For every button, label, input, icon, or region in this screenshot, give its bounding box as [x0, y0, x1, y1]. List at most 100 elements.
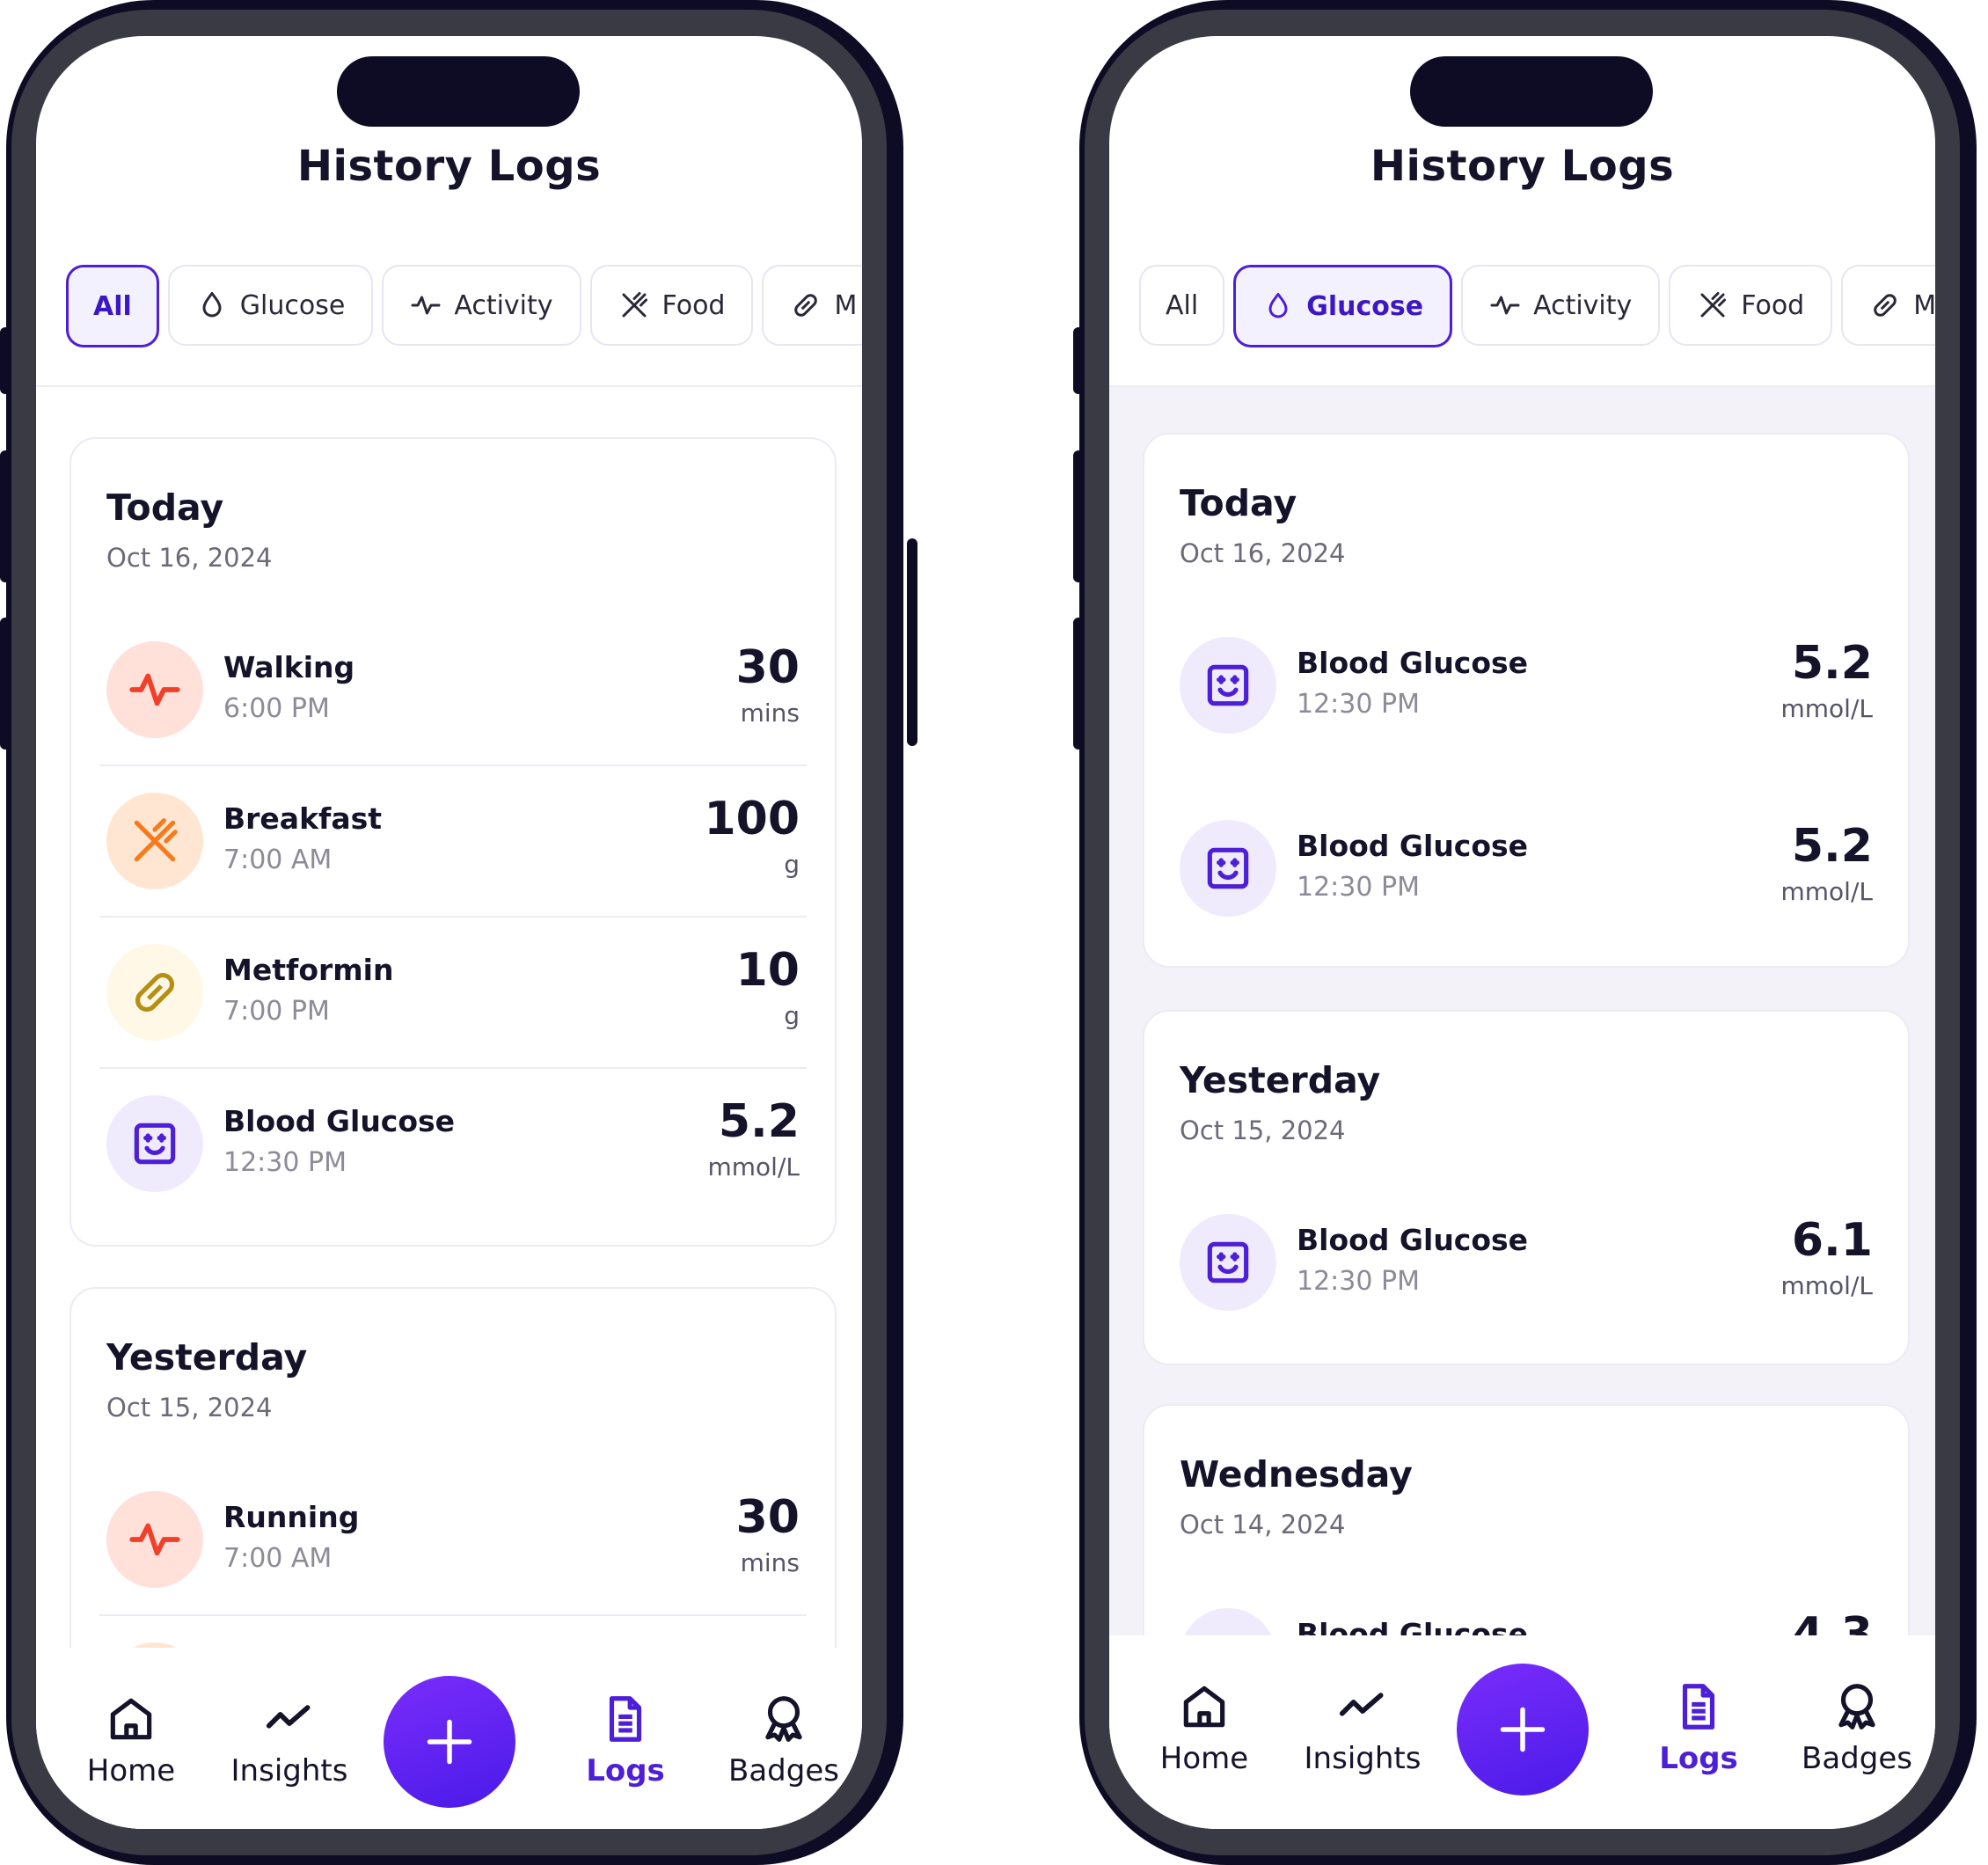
log-time: 12:30 PM: [223, 1147, 347, 1178]
smiley-meter-icon: [1207, 664, 1249, 706]
log-row-running[interactable]: Running 7:00 AM 30 mins: [71, 1465, 835, 1616]
divider: [1109, 385, 1935, 387]
log-row-blood-glucose[interactable]: Blood Glucose 12:30 PM 6.1 mmol/L: [1144, 1188, 1908, 1339]
log-value: 5.2: [1791, 637, 1873, 690]
log-unit: mmol/L: [707, 1152, 800, 1181]
log-value: 5.2: [718, 1095, 800, 1148]
day-date: Oct 15, 2024: [1180, 1115, 1346, 1145]
filter-chip-activity[interactable]: Activity: [382, 265, 581, 346]
home-icon: [1183, 1686, 1225, 1728]
nav-logs[interactable]: Logs: [555, 1692, 696, 1788]
log-time: 7:00 AM: [223, 1543, 333, 1574]
document-icon: [1682, 1684, 1715, 1730]
nav-logs[interactable]: Logs: [1628, 1679, 1769, 1776]
day-card-today: Today Oct 16, 2024 Walking 6:00 PM 30 mi…: [69, 437, 837, 1247]
nav-home[interactable]: Home: [61, 1692, 201, 1788]
filter-chip-medication[interactable]: M: [762, 265, 862, 346]
filter-chip-food[interactable]: Food: [589, 265, 754, 346]
activity-icon-badge: [106, 1491, 203, 1588]
nav-label: Home: [86, 1753, 176, 1788]
nav-insights[interactable]: Insights: [1292, 1679, 1433, 1776]
log-value: 100: [704, 793, 800, 845]
filter-chip-activity[interactable]: Activity: [1461, 265, 1661, 346]
phone-right: History Logs All Glucose Activity Food M: [1073, 0, 1977, 1865]
chip-label: Glucose: [1306, 290, 1424, 322]
glucose-icon-badge: [1180, 1214, 1276, 1311]
log-unit: mmol/L: [1780, 1271, 1874, 1300]
pulse-icon: [129, 1523, 180, 1556]
chip-label: Food: [1741, 289, 1805, 321]
filter-chip-glucose[interactable]: Glucose: [1233, 265, 1453, 347]
plus-icon: [427, 1719, 472, 1765]
log-time: 12:30 PM: [1297, 689, 1420, 720]
nav-label: Logs: [586, 1753, 665, 1788]
pulse-icon: [411, 296, 441, 315]
nav-home[interactable]: Home: [1134, 1679, 1275, 1776]
day-date: Oct 15, 2024: [106, 1393, 273, 1423]
log-name: Blood Glucose: [223, 1104, 456, 1138]
log-row-blood-glucose[interactable]: Blood Glucose 12:30 PM 5.2 mmol/L: [1144, 611, 1908, 762]
glucose-icon-badge: [1180, 637, 1276, 734]
side-button: [907, 538, 917, 746]
dynamic-island: [1410, 56, 1653, 127]
filter-chip-glucose[interactable]: Glucose: [167, 265, 374, 346]
day-date: Oct 16, 2024: [106, 543, 273, 573]
log-name: Walking: [223, 650, 355, 684]
filter-chip-all[interactable]: All: [66, 265, 159, 347]
drop-icon: [1268, 293, 1288, 318]
utensils-icon: [1700, 292, 1727, 318]
log-row-blood-glucose[interactable]: Blood Glucose 12:30 PM 5.2 mmol/L: [1144, 794, 1908, 945]
filter-chips: All Glucose Activity Food M: [1139, 265, 1935, 347]
day-label: Today: [106, 486, 224, 529]
screen-right: History Logs All Glucose Activity Food M: [1109, 36, 1935, 1829]
badge-icon: [1838, 1684, 1875, 1730]
log-unit: g: [784, 1001, 800, 1030]
add-log-button[interactable]: [1457, 1664, 1589, 1796]
log-row-metformin[interactable]: Metformin 7:00 PM 10 g: [71, 918, 835, 1069]
day-label: Yesterday: [1180, 1059, 1381, 1101]
nav-badges[interactable]: Badges: [713, 1692, 854, 1788]
log-row-blood-glucose[interactable]: Blood Glucose 12:30 PM 5.2 mmol/L: [71, 1069, 835, 1220]
row-divider: [99, 1614, 807, 1616]
log-row-breakfast[interactable]: Breakfast 7:00 AM 100 g: [71, 766, 835, 918]
utensils-icon: [622, 292, 647, 318]
log-row-walking[interactable]: Walking 6:00 PM 30 mins: [71, 615, 835, 766]
chip-label: Activity: [454, 289, 553, 321]
log-name: Running: [223, 1500, 360, 1534]
log-value: 30: [735, 1491, 800, 1544]
divider: [36, 385, 862, 387]
nav-insights[interactable]: Insights: [219, 1692, 360, 1788]
badge-icon: [765, 1696, 802, 1742]
chip-label: M: [834, 289, 858, 321]
pulse-icon: [129, 673, 180, 706]
log-unit: mins: [740, 1548, 800, 1577]
chip-label: All: [1166, 289, 1199, 321]
day-date: Oct 16, 2024: [1180, 538, 1346, 568]
smiley-meter-icon: [1207, 1241, 1249, 1284]
page-title: History Logs: [1370, 142, 1675, 191]
trend-icon: [266, 1705, 311, 1729]
nav-badges[interactable]: Badges: [1787, 1679, 1927, 1776]
chip-label: M: [1913, 289, 1935, 321]
log-time: 7:00 PM: [223, 996, 330, 1027]
day-label: Wednesday: [1180, 1453, 1413, 1496]
log-time: 7:00 AM: [223, 845, 333, 875]
filter-chip-all[interactable]: All: [1139, 265, 1225, 346]
filter-chip-food[interactable]: Food: [1669, 265, 1833, 346]
drop-icon: [202, 292, 222, 318]
smiley-meter-icon: [134, 1123, 176, 1165]
add-log-button[interactable]: [384, 1676, 515, 1808]
log-unit: mins: [740, 698, 800, 728]
log-value: 30: [735, 641, 800, 694]
pill-icon: [135, 972, 175, 1013]
log-time: 12:30 PM: [1297, 872, 1420, 903]
nav-label: Logs: [1659, 1741, 1738, 1776]
chip-label: Glucose: [239, 289, 346, 321]
day-card-yesterday: Yesterday Oct 15, 2024 Blood Glucose 12:…: [1143, 1010, 1910, 1365]
screen-left: History Logs All Glucose Activity Food M: [36, 36, 862, 1829]
pill-icon: [1874, 294, 1897, 317]
utensils-icon: [134, 818, 178, 862]
nav-label: Insights: [1304, 1741, 1422, 1776]
filter-chip-medication[interactable]: M: [1841, 265, 1935, 346]
bottom-nav: Home Insights Logs Badges: [36, 1648, 862, 1829]
